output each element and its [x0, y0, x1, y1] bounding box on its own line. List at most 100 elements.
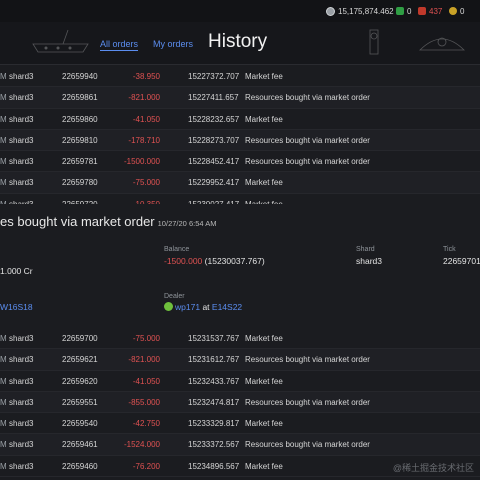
dealer-value: wp171 at E14S22	[164, 302, 242, 312]
row-balance: 15227372.707	[188, 72, 240, 81]
row-balance: 15228232.657	[188, 114, 240, 124]
row-balance: 15232433.767	[188, 376, 240, 386]
price-value: 1.000 Cr	[0, 266, 33, 276]
row-m: M	[0, 397, 7, 407]
row-shard: shard3	[9, 376, 34, 386]
gold-count: 0	[460, 6, 465, 16]
row-balance: 15228273.707	[188, 135, 240, 145]
row-shard: shard3	[9, 397, 34, 407]
row-tick: 22659551	[62, 397, 98, 407]
table-row[interactable]: Mshard3 22659860 -41.050 15228232.657 Market…	[0, 109, 480, 130]
row-balance: 15234896.567	[188, 461, 240, 471]
tick-value: 22659701	[443, 256, 480, 266]
row-amount: -76.200	[132, 461, 160, 471]
credits-display: 15,175,874.462	[326, 6, 394, 16]
red-resource: 437	[418, 6, 442, 16]
table-row[interactable]: Mshard3 22659781 -1500.000 15228452.417 Reso…	[0, 151, 480, 173]
tab-my-orders[interactable]: My orders	[153, 39, 193, 49]
row-description: Market fee	[245, 334, 283, 343]
dealer-room-link[interactable]: E14S22	[212, 302, 242, 312]
table-row[interactable]: Mshard3 22659551 -855.000 15232474.817 Resou…	[0, 391, 480, 414]
row-description: Resources bought via market order	[245, 93, 370, 103]
order-detail-panel: es bought via market order 10/27/20 6:54 …	[0, 204, 480, 326]
row-description: Resources bought via market order	[245, 397, 370, 407]
row-tick: 22659620	[62, 376, 98, 386]
gold-token-icon	[449, 7, 457, 15]
row-shard: shard3	[9, 135, 34, 145]
row-tick: 22659940	[62, 72, 98, 81]
row-tick: 22659861	[62, 93, 98, 103]
row-shard: shard3	[9, 461, 34, 471]
row-m: M	[0, 157, 7, 167]
row-description: Market fee	[245, 114, 283, 124]
row-m: M	[0, 72, 7, 81]
row-amount: -41.050	[132, 114, 160, 124]
credits-value: 15,175,874.462	[338, 6, 394, 16]
table-row[interactable]: Mshard3 22659700 -75.000 15231537.767 Market…	[0, 328, 480, 350]
row-amount: -855.000	[128, 397, 160, 407]
red-count: 437	[429, 6, 443, 16]
row-shard: shard3	[9, 419, 34, 429]
row-balance: 15231612.767	[188, 355, 240, 365]
table-row[interactable]: Mshard3 22659621 -821.000 15231612.767 Resou…	[0, 349, 480, 371]
detail-date: 10/27/20	[157, 219, 187, 228]
row-amount: -821.000	[128, 93, 160, 103]
dealer-name-link[interactable]: wp171	[175, 302, 200, 312]
table-row[interactable]: Mshard3 22659540 -42.750 15233329.817 Market…	[0, 413, 480, 435]
table-row[interactable]: Mshard3 22659780 -75.000 15229952.417 Market…	[0, 172, 480, 194]
top-resource-bar: 15,175,874.462 0 437 0	[0, 0, 480, 23]
green-token-icon	[396, 7, 404, 15]
row-tick: 22659860	[62, 114, 98, 124]
row-description: Resources bought via market order	[245, 355, 370, 365]
table-row[interactable]: Mshard3 22659861 -821.000 15227411.657 Resou…	[0, 87, 480, 109]
row-m: M	[0, 461, 7, 471]
table-row[interactable]: Mshard3 22659461 -1524.000 15233372.567 Reso…	[0, 434, 480, 456]
balance-total: (15230037.767)	[204, 256, 265, 266]
tick-label: Tick	[443, 246, 456, 253]
row-amount: -1524.000	[123, 440, 160, 450]
shard-value: shard3	[356, 256, 382, 266]
watermark: @稀土掘金技术社区	[392, 463, 474, 473]
balance-value: -1500.000 (15230037.767)	[164, 256, 265, 266]
row-shard: shard3	[9, 440, 34, 450]
decorative-ship-icon	[32, 29, 89, 53]
row-m: M	[0, 376, 7, 386]
row-description: Resources bought via market order	[245, 135, 370, 145]
row-tick: 22659460	[62, 461, 98, 471]
row-balance: 15233329.817	[188, 419, 240, 429]
row-m: M	[0, 93, 7, 103]
row-amount: -1500.000	[123, 157, 160, 167]
row-tick: 22659621	[62, 355, 98, 365]
row-shard: shard3	[9, 72, 34, 81]
row-balance: 15229952.417	[188, 178, 240, 188]
room-link[interactable]: W16S18	[0, 302, 33, 312]
row-balance: 15233372.567	[188, 440, 240, 450]
red-token-icon	[418, 7, 426, 15]
table-row[interactable]: Mshard3 22659810 -178.710 15228273.707 Resou…	[0, 129, 480, 152]
row-amount: -41.050	[132, 376, 160, 386]
row-m: M	[0, 114, 7, 124]
green-count: 0	[407, 6, 412, 16]
row-shard: shard3	[9, 334, 34, 343]
green-resource: 0	[396, 6, 411, 16]
row-amount: -178.710	[128, 135, 160, 145]
row-balance: 15227411.657	[188, 93, 239, 103]
row-m: M	[0, 355, 7, 365]
dealer-at: at	[202, 302, 210, 312]
history-table-bottom: Mshard3 22659700 -75.000 15231537.767 Market…	[0, 328, 480, 478]
dealer-label: Dealer	[164, 293, 185, 300]
balance-change: -1500.000	[164, 256, 203, 266]
tab-all-orders[interactable]: All orders	[100, 39, 139, 51]
table-row[interactable]: Mshard3 22659620 -41.050 15232433.767 Market…	[0, 371, 480, 392]
row-m: M	[0, 135, 7, 145]
row-m: M	[0, 440, 7, 450]
row-shard: shard3	[9, 355, 34, 365]
row-description: Market fee	[245, 461, 283, 471]
table-row[interactable]: Mshard3 22659940 -38.950 15227372.707 Market…	[0, 66, 480, 88]
row-shard: shard3	[9, 93, 34, 103]
detail-time: 6:54 AM	[188, 219, 217, 228]
decorative-machinery-icon	[369, 29, 465, 55]
row-tick: 22659461	[62, 440, 98, 450]
row-amount: -42.750	[132, 419, 160, 429]
row-amount: -75.000	[132, 334, 160, 343]
